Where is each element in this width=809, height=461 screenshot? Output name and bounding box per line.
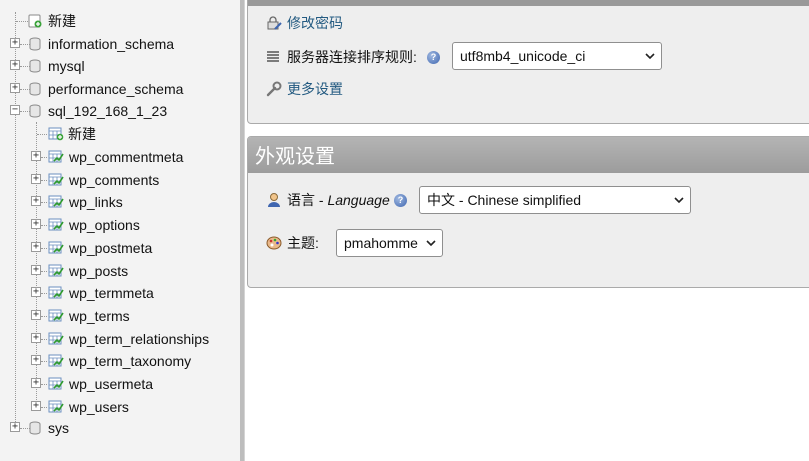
table-icon [48, 264, 64, 277]
table-name[interactable]: wp_users [69, 396, 129, 418]
database-name[interactable]: sys [48, 417, 69, 439]
table-icon [48, 309, 64, 322]
table-icon [48, 218, 64, 231]
expand-icon[interactable]: + [31, 378, 41, 388]
collapse-icon[interactable]: − [10, 105, 20, 115]
table-name[interactable]: wp_term_relationships [69, 328, 209, 350]
expand-icon[interactable]: + [31, 219, 41, 229]
table-icon [48, 150, 64, 163]
expand-icon[interactable]: + [31, 333, 41, 343]
expand-icon[interactable]: + [10, 60, 20, 70]
nav-new-label: 新建 [48, 13, 76, 29]
language-row: 语言 - Language ? [266, 188, 436, 212]
password-icon [267, 16, 282, 30]
expand-icon[interactable]: + [31, 242, 41, 252]
wrench-icon [266, 81, 282, 97]
panel-header [248, 0, 809, 6]
database-icon [29, 82, 41, 96]
new-item-icon [28, 14, 42, 28]
table-name[interactable]: wp_term_taxonomy [69, 350, 191, 372]
table-name[interactable]: wp_termmeta [69, 282, 154, 304]
tree-guide-line [15, 12, 16, 428]
general-settings-panel: 修改密码 服务器连接排序规则: ? utf8mb4_unicode_ci 更多设… [247, 0, 809, 124]
table-name[interactable]: wp_links [69, 191, 123, 213]
help-icon[interactable]: ? [427, 51, 440, 64]
table-icon [48, 354, 64, 367]
expand-icon[interactable]: + [31, 265, 41, 275]
theme-select[interactable]: pmahomme [336, 229, 443, 257]
expand-icon[interactable]: + [10, 38, 20, 48]
table-icon [48, 400, 64, 413]
expand-icon[interactable]: + [31, 310, 41, 320]
table-name[interactable]: wp_commentmeta [69, 146, 183, 168]
expand-icon[interactable]: + [31, 287, 41, 297]
expand-icon[interactable]: + [31, 174, 41, 184]
expand-icon[interactable]: + [31, 196, 41, 206]
appearance-title: 外观设置 [248, 137, 809, 173]
expand-icon[interactable]: + [31, 401, 41, 411]
expand-icon[interactable]: + [10, 422, 20, 432]
table-name[interactable]: wp_postmeta [69, 237, 152, 259]
chevron-down-icon [645, 53, 655, 60]
language-select-value: 中文 - Chinese simplified [427, 192, 582, 208]
change-password-label[interactable]: 修改密码 [287, 11, 343, 35]
new-item-icon [48, 127, 64, 141]
table-name[interactable]: wp_terms [69, 305, 130, 327]
table-icon [48, 332, 64, 345]
theme-select-value: pmahomme [344, 235, 418, 251]
expand-icon[interactable]: + [10, 83, 20, 93]
table-name[interactable]: wp_usermeta [69, 373, 153, 395]
language-label: 语言 - Language [287, 188, 390, 212]
table-name[interactable]: wp_posts [69, 260, 128, 282]
more-settings-label[interactable]: 更多设置 [287, 77, 343, 101]
navigation-panel: 新建 + information_schema + mysql + perfor… [0, 0, 240, 461]
table-name[interactable]: wp_options [69, 214, 140, 236]
database-icon [29, 104, 41, 118]
theme-label: 主题: [287, 235, 319, 251]
collation-label: 服务器连接排序规则: [287, 49, 417, 65]
database-icon [29, 421, 41, 435]
nav-new-table-label: 新建 [68, 126, 96, 142]
database-name[interactable]: information_schema [48, 33, 174, 55]
language-label-zh: 语言 - [287, 192, 328, 208]
collation-select[interactable]: utf8mb4_unicode_ci [452, 42, 662, 70]
database-name[interactable]: mysql [48, 55, 85, 77]
language-icon [268, 193, 280, 207]
navigation-resizer[interactable] [240, 0, 245, 461]
expand-icon[interactable]: + [31, 151, 41, 161]
table-icon [48, 241, 64, 254]
table-icon [48, 195, 64, 208]
chevron-down-icon [674, 197, 684, 204]
table-icon [48, 377, 64, 390]
help-icon[interactable]: ? [394, 194, 407, 207]
list-icon [267, 51, 279, 62]
chevron-down-icon [426, 240, 436, 247]
database-icon [29, 59, 41, 73]
table-icon [48, 286, 64, 299]
appearance-settings-panel: 外观设置 语言 - Language ? 中文 - Chinese simpli… [247, 136, 809, 288]
table-icon [48, 173, 64, 186]
database-name[interactable]: performance_schema [48, 78, 183, 100]
table-name[interactable]: wp_comments [69, 169, 159, 191]
database-name[interactable]: sql_192_168_1_23 [48, 100, 167, 122]
database-icon [29, 37, 41, 51]
collation-select-value: utf8mb4_unicode_ci [460, 48, 586, 64]
palette-icon [266, 236, 282, 250]
language-select[interactable]: 中文 - Chinese simplified [419, 186, 691, 214]
expand-icon[interactable]: + [31, 355, 41, 365]
language-label-en: Language [327, 192, 390, 208]
